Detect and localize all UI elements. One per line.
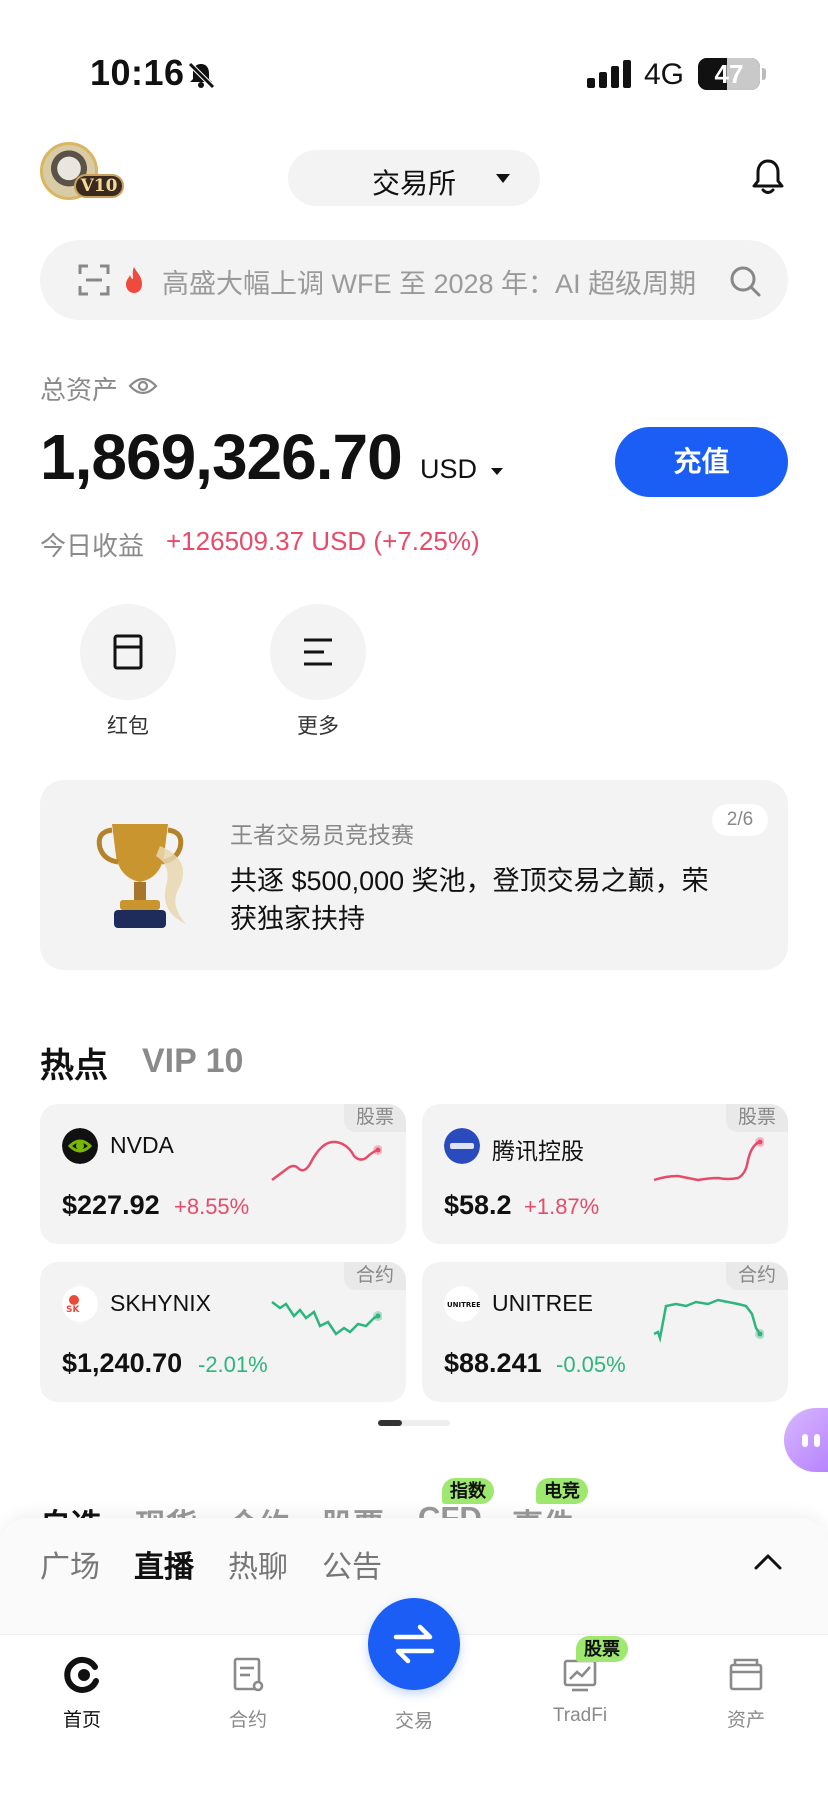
scan-icon[interactable] xyxy=(78,264,110,296)
nav-tradfi-label: TradFi xyxy=(552,1705,608,1726)
red-packet-label: 红包 xyxy=(107,715,149,738)
search-bar[interactable]: 高盛大幅上调 WFE 至 2028 年：AI 超级周期 xyxy=(40,240,788,320)
swap-icon xyxy=(393,1624,435,1664)
card-price: $227.92 xyxy=(62,1190,160,1220)
status-bar: 10:16 4G 47 xyxy=(0,0,828,120)
eye-icon[interactable] xyxy=(128,374,158,398)
bell-muted-icon xyxy=(188,62,215,89)
battery-level: 47 xyxy=(714,59,744,89)
notification-bell-icon[interactable] xyxy=(748,156,788,198)
card-change: +1.87% xyxy=(524,1194,600,1219)
search-icon[interactable] xyxy=(728,264,762,298)
esports-badge: 电竞 xyxy=(536,1478,588,1504)
vip-badge: V10 xyxy=(74,174,124,198)
sparkline-chart xyxy=(653,1298,764,1343)
quick-action-more[interactable]: 更多 xyxy=(270,604,366,740)
fire-icon xyxy=(126,267,142,293)
today-pnl-label: 今日收益 xyxy=(40,531,145,561)
tradfi-stock-badge: 股票 xyxy=(576,1636,628,1662)
banner-title: 共逐 $500,000 奖池，登顶交易之巅，荣获独家扶持 xyxy=(230,866,709,934)
card-name: UNITREE xyxy=(492,1290,593,1316)
caret-down-icon[interactable] xyxy=(491,468,503,475)
card-change: -0.05% xyxy=(556,1352,626,1377)
sparkline-chart xyxy=(271,1140,382,1181)
hot-card-tencent[interactable]: 股票 腾讯控股 $58.2 +1.87% xyxy=(422,1104,788,1244)
nav-trade-label: 交易 xyxy=(394,1711,433,1732)
competition-banner[interactable]: 王者交易员竞技赛 共逐 $500,000 奖池，登顶交易之巅，荣获独家扶持 2/… xyxy=(40,780,788,970)
home-icon xyxy=(64,1656,99,1693)
sparkline-chart xyxy=(653,1137,764,1182)
search-input[interactable]: 高盛大幅上调 WFE 至 2028 年：AI 超级周期 xyxy=(162,262,722,301)
exchange-switch[interactable]: 交易所 xyxy=(288,150,540,206)
card-price: $88.241 xyxy=(444,1348,542,1378)
today-pnl-value: +126509.37 USD (+7.25%) xyxy=(166,526,480,556)
card-change: -2.01% xyxy=(198,1352,268,1377)
card-tag: 合约 xyxy=(343,1262,406,1290)
card-price: $1,240.70 xyxy=(62,1348,183,1378)
quick-action-red-packet[interactable]: 红包 xyxy=(80,604,176,740)
unitree-logo-icon: UNITREE xyxy=(444,1286,480,1322)
sheet-tab-square[interactable]: 广场 xyxy=(40,1542,100,1586)
card-name: 腾讯控股 xyxy=(492,1138,584,1164)
nav-home-label: 首页 xyxy=(62,1710,101,1731)
more-button[interactable] xyxy=(270,604,366,700)
red-packet-icon xyxy=(113,634,143,670)
wallet-icon xyxy=(729,1658,763,1691)
vip-tab[interactable]: VIP 10 xyxy=(142,1042,243,1081)
total-assets-value: 1,869,326.70 xyxy=(40,421,403,493)
svg-text:SK: SK xyxy=(66,1305,80,1315)
menu-icon xyxy=(304,638,332,666)
network-type: 4G xyxy=(644,58,685,91)
nav-contract[interactable]: 合约 xyxy=(188,1655,308,1732)
tencent-logo-icon xyxy=(444,1128,480,1164)
signal-icon xyxy=(587,60,631,88)
hot-card-nvda[interactable]: 股票 NVDA $227.92 +8.55% xyxy=(40,1104,406,1244)
sheet-tab-chat[interactable]: 热聊 xyxy=(228,1542,288,1586)
caret-down-icon xyxy=(496,174,510,183)
hot-card-skhynix[interactable]: 合约 SK SKHYNIX $1,240.70 -2.01% xyxy=(40,1262,406,1402)
nav-assets-label: 资产 xyxy=(726,1710,765,1731)
card-change: +8.55% xyxy=(174,1194,250,1219)
assistant-bubble-icon[interactable] xyxy=(784,1408,828,1472)
banner-page-indicator: 2/6 xyxy=(712,804,768,836)
pager-active-dot xyxy=(378,1420,402,1426)
nav-tradfi[interactable]: TradFi xyxy=(520,1655,640,1727)
contract-icon xyxy=(233,1657,264,1692)
sparkline-chart xyxy=(271,1301,382,1336)
battery-cap xyxy=(762,68,766,80)
nav-assets[interactable]: 资产 xyxy=(686,1655,806,1732)
status-time: 10:16 xyxy=(90,52,185,93)
trophy-icon xyxy=(96,824,186,928)
svg-text:UNITREE: UNITREE xyxy=(447,1301,480,1309)
battery-icon: 47 xyxy=(698,58,760,90)
hot-tab[interactable]: 热点 xyxy=(40,1038,108,1087)
currency-selector[interactable]: USD xyxy=(420,454,477,485)
chevron-up-icon[interactable] xyxy=(754,1552,782,1570)
nvda-logo-icon xyxy=(62,1128,98,1164)
total-assets-label: 总资产 xyxy=(40,375,119,405)
card-tag: 合约 xyxy=(725,1262,788,1290)
trade-button[interactable] xyxy=(368,1598,460,1690)
card-tag: 股票 xyxy=(343,1104,406,1132)
carousel-pager xyxy=(378,1420,450,1426)
hot-card-unitree[interactable]: 合约 UNITREE UNITREE $88.241 -0.05% xyxy=(422,1262,788,1402)
more-label: 更多 xyxy=(297,715,339,738)
card-name: NVDA xyxy=(110,1132,174,1158)
banner-subtitle: 王者交易员竞技赛 xyxy=(230,822,414,848)
red-packet-button[interactable] xyxy=(80,604,176,700)
skhynix-logo-icon: SK xyxy=(62,1286,98,1322)
index-badge: 指数 xyxy=(442,1478,494,1504)
deposit-button[interactable]: 充值 xyxy=(615,427,788,497)
nav-home[interactable]: 首页 xyxy=(22,1655,142,1732)
sheet-tab-announcements[interactable]: 公告 xyxy=(322,1542,382,1586)
card-name: SKHYNIX xyxy=(110,1290,211,1316)
card-price: $58.2 xyxy=(444,1190,512,1220)
nav-contract-label: 合约 xyxy=(228,1710,267,1731)
exchange-label: 交易所 xyxy=(372,168,457,199)
card-tag: 股票 xyxy=(725,1104,788,1132)
sheet-tab-live[interactable]: 直播 xyxy=(134,1542,194,1586)
